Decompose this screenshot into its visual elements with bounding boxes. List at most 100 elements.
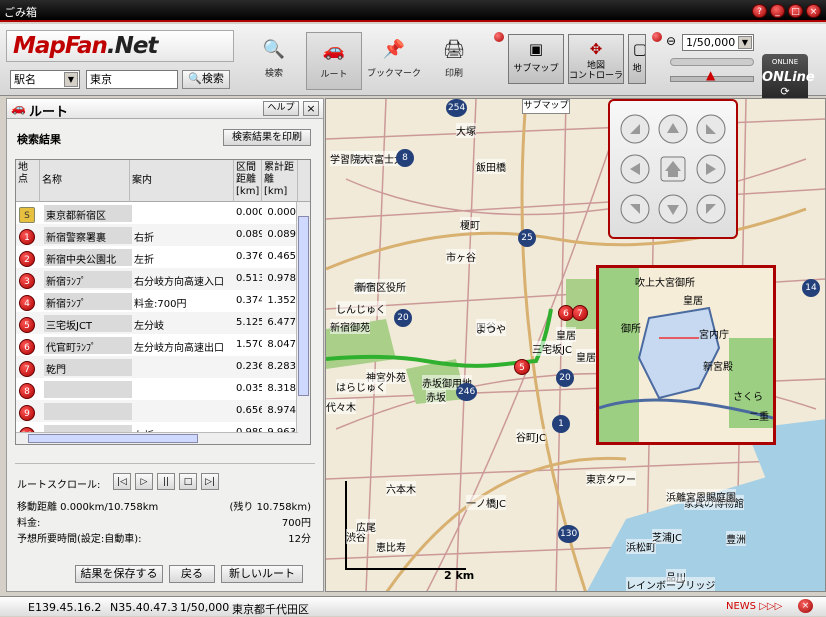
status-place: 東京都千代田区: [232, 603, 309, 616]
status-bar: E139.45.16.2 N35.40.47.3 1/50,000 東京都千代田…: [0, 596, 826, 616]
maximize-icon[interactable]: □: [788, 4, 803, 18]
route-panel: 🚗 ルート ヘルプ × 検索結果 検索結果を印刷 地点 名称 案内 区間距離[k…: [6, 98, 324, 592]
back-button[interactable]: 戻る: [169, 565, 215, 583]
scroll-last-button[interactable]: ▷|: [201, 473, 219, 490]
submap-place-label: 新宮殿: [703, 362, 733, 373]
map-place-label: 新宿御苑: [330, 319, 370, 334]
row-segment: 0.656: [236, 405, 262, 416]
row-cumulative: 8.318: [267, 383, 296, 394]
col-guide: 案内: [130, 160, 234, 202]
search-query-value: 東京: [90, 73, 112, 86]
road-number-badge: 20: [394, 309, 412, 327]
scroll-first-button[interactable]: |◁: [113, 473, 131, 490]
search-button[interactable]: 🔍検索: [182, 70, 230, 89]
map-place-label: 東京タワー: [586, 471, 636, 486]
online-label: ONLine: [762, 70, 815, 85]
scale-indicator-icon: [652, 32, 662, 42]
direction-pad[interactable]: [610, 101, 736, 237]
mapfan-logo: MapFan.Net: [6, 30, 234, 62]
scroll-thumb[interactable]: [298, 216, 309, 396]
map-place-label: 芝浦JC: [652, 529, 682, 544]
scroll-pause-button[interactable]: ||: [157, 473, 175, 490]
search-category-select[interactable]: 駅名 ▼: [10, 70, 80, 89]
help-window-icon[interactable]: ?: [752, 4, 767, 18]
volume-slider-track[interactable]: [670, 58, 754, 66]
table-vscroll[interactable]: [296, 202, 310, 444]
map-place-label: 赤坂: [426, 389, 446, 404]
row-segment: 0.236: [236, 361, 262, 372]
map-controller-label-2: コントローラ: [569, 71, 624, 81]
news-ticker[interactable]: NEWS ▷▷▷: [726, 601, 782, 612]
submap-inset[interactable]: 吹上大宮御所 皇居 御所 宮内庁 新宮殿 さくら 二重: [596, 265, 776, 445]
toolbar-route[interactable]: 🚗 ルート: [306, 32, 362, 90]
table-hscroll[interactable]: [16, 432, 298, 444]
print-results-button[interactable]: 検索結果を印刷: [223, 129, 311, 146]
save-result-button[interactable]: 結果を保存する: [75, 565, 163, 583]
table-row[interactable]: 5 三宅坂JCT 左分岐 5.125 6.477: [16, 312, 310, 335]
toolbar-search[interactable]: 🔍 検索: [246, 32, 302, 90]
close-icon[interactable]: ×: [806, 4, 821, 18]
search-input[interactable]: 東京: [86, 70, 178, 89]
row-guide: 料金:700円: [134, 299, 187, 310]
scale-zoom-icon[interactable]: ⊖: [666, 34, 676, 48]
search-category-value: 駅名: [14, 73, 36, 86]
map-place-label: 市ヶ谷: [446, 249, 476, 264]
hscroll-thumb[interactable]: [28, 434, 198, 443]
table-row[interactable]: 6 代官町ﾗﾝﾌﾟ 左分岐方向高速出口 1.570 8.047: [16, 334, 310, 357]
car-icon: 🚗: [11, 101, 26, 115]
panel-close-button[interactable]: ×: [303, 101, 319, 116]
chevron-down-icon[interactable]: ▼: [64, 72, 78, 87]
submap-tab[interactable]: サブマップ: [522, 99, 570, 114]
road-number-badge: 25: [518, 229, 536, 247]
map-place-label: レインボーブリッジ: [626, 577, 716, 591]
table-row[interactable]: 3 新宿ﾗﾝﾌﾟ 右分岐方向高速入口 0.513 0.978: [16, 268, 310, 291]
toolbar-bookmark[interactable]: 📌 ブックマーク: [366, 32, 422, 90]
route-area-label: 皇居: [576, 349, 596, 364]
route-panel-header: 🚗 ルート ヘルプ ×: [7, 99, 323, 120]
status-close-icon[interactable]: ×: [798, 599, 813, 613]
scroll-play-button[interactable]: ▷: [135, 473, 153, 490]
toolbar-print[interactable]: 🖨 印刷: [426, 32, 482, 90]
row-name: 三宅坂JCT: [44, 315, 132, 332]
online-button[interactable]: ONLINE ONLine ⟳: [762, 54, 815, 104]
table-row[interactable]: 8 0.035 8.318: [16, 378, 310, 401]
help-button[interactable]: ヘルプ: [263, 101, 299, 116]
scale-select[interactable]: 1/50,000 ▼: [682, 34, 754, 51]
map-route-marker-7[interactable]: 7: [572, 305, 588, 321]
table-row[interactable]: 1 新宿警察署裏 右折 0.089 0.089: [16, 224, 310, 247]
main-toolbar: MapFan.Net 駅名 ▼ 東京 🔍検索 🔍 検索 🚗 ルート 📌 ブックマ…: [0, 24, 826, 104]
map-controller[interactable]: [608, 99, 738, 239]
minimize-icon[interactable]: _: [770, 4, 785, 18]
map-view[interactable]: 東京富士大学習院大新宿御苑都庁代々木渋谷赤坂四谷飯田橋日本橋東京タワー六本木広尾…: [325, 98, 826, 592]
table-row[interactable]: 7 乾門 0.236 8.283: [16, 356, 310, 379]
submap-button[interactable]: ▣ サブマップ: [508, 34, 564, 84]
row-cumulative: 8.974: [267, 405, 296, 416]
table-row[interactable]: 4 新宿ﾗﾝﾌﾟ 料金:700円 0.374 1.352: [16, 290, 310, 313]
map-controller-button[interactable]: ✥ 地図 コントローラ: [568, 34, 624, 84]
table-row[interactable]: 9 0.656 8.974: [16, 400, 310, 423]
search-icon: 🔍: [188, 72, 202, 85]
road-number-badge: 130: [558, 525, 580, 543]
row-segment: 0.374: [236, 295, 262, 306]
submap-icon: ▣: [528, 40, 544, 58]
row-segment: 0.089: [236, 229, 262, 240]
scroll-stop-button[interactable]: □: [179, 473, 197, 490]
table-row[interactable]: 2 新宿中央公園北 左折 0.376 0.465: [16, 246, 310, 269]
time-label: 予想所要時間(設定:自動車):: [17, 534, 142, 545]
col-point: 地点: [16, 160, 40, 202]
map-cut-button[interactable]: ▢ 地: [628, 34, 646, 84]
new-route-button[interactable]: 新しいルート: [221, 565, 303, 583]
remaining-distance: (残り 10.758km): [229, 502, 311, 513]
chevron-down-icon[interactable]: ▼: [738, 36, 752, 49]
scale-slider-thumb[interactable]: ▲: [706, 68, 715, 82]
map-cut-icon: ▢: [632, 40, 646, 58]
status-scale: 1/50,000: [180, 601, 230, 614]
table-row[interactable]: S 東京都新宿区 0.000 0.000: [16, 202, 310, 225]
row-name: [44, 381, 132, 398]
row-segment: 0.000: [236, 207, 262, 218]
map-route-marker-5[interactable]: 5: [514, 359, 530, 375]
toolbar-bookmark-label: ブックマーク: [366, 69, 421, 79]
search-button-label: 検索: [201, 72, 224, 85]
toll-value: 700円: [281, 518, 311, 529]
title-bar: ごみ箱 ? _ □ ×: [0, 0, 826, 22]
